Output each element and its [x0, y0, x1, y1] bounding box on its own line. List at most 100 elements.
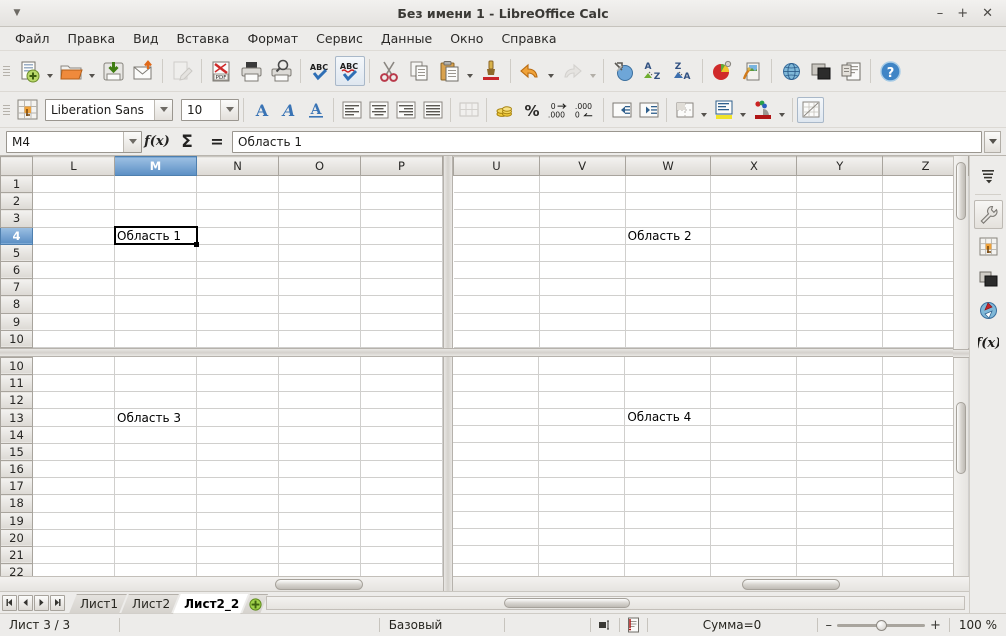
- cell-O1[interactable]: [278, 175, 361, 194]
- delete-decimal-icon[interactable]: .000 0: [572, 97, 599, 123]
- cell-P2[interactable]: [360, 192, 443, 211]
- vscroll-thumb-bottom[interactable]: [956, 402, 966, 474]
- redo-dropdown-icon[interactable]: [587, 57, 599, 85]
- cell-N11[interactable]: [196, 374, 279, 393]
- row-header-12[interactable]: 12: [0, 391, 33, 410]
- cell-N17[interactable]: [196, 477, 279, 496]
- help-icon[interactable]: ?: [875, 56, 905, 86]
- cell-X2[interactable]: [710, 192, 798, 211]
- cell-N10[interactable]: [196, 330, 279, 348]
- cell-O16[interactable]: [278, 460, 361, 479]
- first-sheet-button[interactable]: [2, 594, 17, 611]
- cell-U21[interactable]: [453, 545, 540, 564]
- cell-L5[interactable]: [32, 244, 115, 262]
- cell-X17[interactable]: [710, 477, 798, 495]
- undo-dropdown-icon[interactable]: [545, 57, 557, 85]
- cell-U17[interactable]: [453, 477, 540, 495]
- cell-X15[interactable]: [710, 442, 798, 461]
- cell-L20[interactable]: [32, 529, 115, 547]
- font-name-combo[interactable]: Liberation Sans: [45, 98, 173, 121]
- zoom-slider[interactable]: – +: [818, 618, 949, 633]
- cell-Y7[interactable]: [796, 278, 884, 297]
- cell-Y16[interactable]: [796, 460, 884, 478]
- cell-X14[interactable]: [710, 425, 798, 444]
- sum-icon[interactable]: Σ: [172, 130, 202, 154]
- hscroll-thumb-right[interactable]: [741, 579, 840, 590]
- cell-M1[interactable]: [114, 175, 197, 194]
- cell-M10[interactable]: [114, 330, 197, 348]
- name-box[interactable]: M4: [6, 130, 142, 153]
- cell-O22[interactable]: [278, 563, 361, 576]
- cell-U10[interactable]: [453, 356, 540, 375]
- cell-X11[interactable]: [710, 374, 798, 392]
- cell-O21[interactable]: [278, 546, 361, 565]
- cell-N2[interactable]: [196, 192, 279, 211]
- cell-P22[interactable]: [360, 563, 443, 576]
- cell-P3[interactable]: [360, 209, 443, 228]
- row-header-7[interactable]: 7: [0, 278, 33, 297]
- last-sheet-button[interactable]: [50, 594, 65, 611]
- cell-Y6[interactable]: [796, 261, 884, 280]
- menu-file[interactable]: Файл: [6, 28, 59, 49]
- cell-L21[interactable]: [32, 546, 115, 565]
- menu-help[interactable]: Справка: [492, 28, 565, 49]
- cell-W21[interactable]: [624, 545, 712, 564]
- row-header-14[interactable]: 14: [0, 425, 33, 444]
- borders-icon[interactable]: [671, 97, 698, 123]
- cell-U18[interactable]: [453, 494, 540, 513]
- cell-O20[interactable]: [278, 529, 361, 547]
- horizontal-split-handle[interactable]: [0, 347, 969, 357]
- cell-L9[interactable]: [32, 313, 115, 331]
- menu-tools[interactable]: Сервис: [307, 28, 372, 49]
- cell-N15[interactable]: [196, 443, 279, 462]
- column-header-P[interactable]: P: [360, 156, 443, 176]
- cell-L12[interactable]: [32, 391, 115, 410]
- column-header-V[interactable]: V: [538, 156, 626, 176]
- decrease-indent-icon[interactable]: [608, 97, 635, 123]
- new-document-dropdown-icon[interactable]: [44, 57, 56, 85]
- cell-V13[interactable]: [538, 408, 626, 427]
- cell-O11[interactable]: [278, 374, 361, 393]
- font-color-icon[interactable]: [749, 97, 776, 123]
- paragraph-style-icon[interactable]: [14, 97, 41, 123]
- cell-Y8[interactable]: [796, 295, 884, 314]
- cell-M14[interactable]: [114, 426, 197, 444]
- cell-V20[interactable]: [538, 528, 626, 547]
- cell-V15[interactable]: [538, 442, 626, 461]
- row-header-5[interactable]: 5: [0, 243, 33, 262]
- cell-P4[interactable]: [360, 227, 443, 245]
- cell-P15[interactable]: [360, 443, 443, 462]
- cell-P16[interactable]: [360, 460, 443, 479]
- cell-N9[interactable]: [196, 313, 279, 331]
- cell-O10[interactable]: [278, 330, 361, 348]
- cell-X7[interactable]: [710, 278, 798, 297]
- cell-Y1[interactable]: [796, 175, 884, 194]
- cell-X21[interactable]: [710, 545, 798, 564]
- copy-icon[interactable]: [404, 56, 434, 86]
- cell-N7[interactable]: [196, 278, 279, 297]
- edit-mode-icon[interactable]: [167, 56, 197, 86]
- paste-dropdown-icon[interactable]: [464, 57, 476, 85]
- cell-L11[interactable]: [32, 374, 115, 393]
- cell-Y21[interactable]: [796, 545, 884, 564]
- zoom-out-button[interactable]: –: [826, 618, 833, 633]
- cell-L3[interactable]: [32, 209, 115, 228]
- cell-V17[interactable]: [538, 477, 626, 495]
- cell-N1[interactable]: [196, 175, 279, 194]
- gallery-icon[interactable]: [974, 264, 1003, 293]
- cell-V21[interactable]: [538, 545, 626, 564]
- email-document-icon[interactable]: [128, 56, 158, 86]
- cell-Y12[interactable]: [796, 391, 884, 409]
- cell-W16[interactable]: [624, 460, 712, 478]
- row-header-9[interactable]: 9: [0, 312, 33, 331]
- row-header-15[interactable]: 15: [0, 442, 33, 462]
- cell-Y13[interactable]: [796, 408, 884, 427]
- cell-L8[interactable]: [32, 295, 115, 314]
- new-document-icon[interactable]: [14, 56, 44, 86]
- cell-V11[interactable]: [538, 374, 626, 392]
- hscroll-thumb-left[interactable]: [274, 579, 364, 590]
- cell-N12[interactable]: [196, 391, 279, 410]
- row-header-10[interactable]: 10: [0, 329, 33, 348]
- font-name-dropdown-icon[interactable]: [154, 99, 172, 120]
- font-size-combo[interactable]: 10: [181, 98, 239, 121]
